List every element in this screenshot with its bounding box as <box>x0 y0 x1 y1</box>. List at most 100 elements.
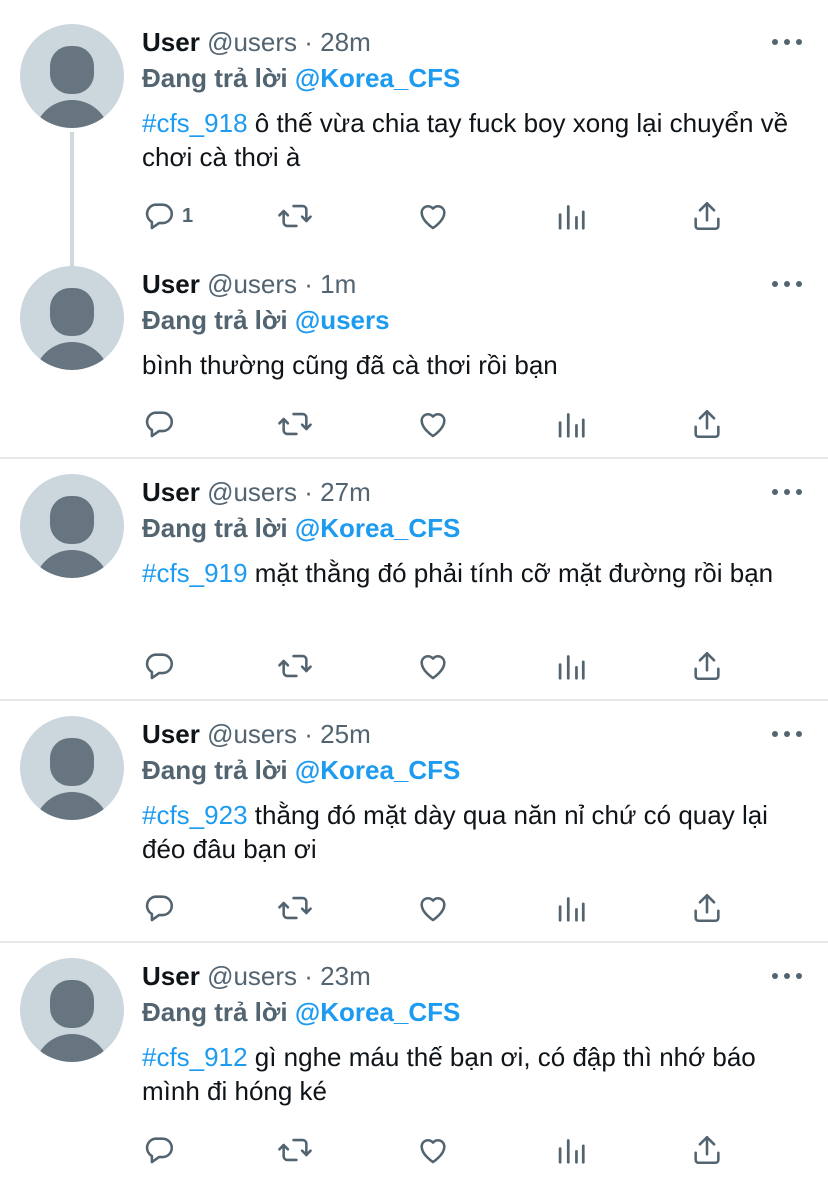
analytics-button[interactable] <box>556 646 586 686</box>
reply-icon <box>142 199 176 233</box>
default-avatar-body <box>34 1034 110 1062</box>
analytics-button[interactable] <box>556 888 586 928</box>
replying-to: Đang trả lời @Korea_CFS <box>142 512 460 544</box>
analytics-button[interactable] <box>556 1130 586 1170</box>
tweet-header: User @users · 25m <box>142 718 371 750</box>
replying-to-mention[interactable]: @Korea_CFS <box>295 63 461 93</box>
like-button[interactable] <box>416 1130 450 1170</box>
replying-to-mention[interactable]: @Korea_CFS <box>295 997 461 1027</box>
replying-to-label: Đang trả lời <box>142 997 288 1027</box>
display-name[interactable]: User <box>142 27 200 57</box>
retweet-button[interactable] <box>276 196 314 236</box>
retweet-icon <box>276 199 314 233</box>
tweet-header: User @users · 23m <box>142 960 371 992</box>
reply-thread-feed: User @users · 28m Đang trả lời @Korea_CF… <box>0 0 828 1179</box>
like-button[interactable] <box>416 888 450 928</box>
separator-dot: · <box>297 719 321 749</box>
hashtag-link[interactable]: #cfs_919 <box>142 558 248 588</box>
retweet-button[interactable] <box>276 404 314 444</box>
tweet-text: #cfs_923 thằng đó mặt dày qua năn nỉ chứ… <box>142 798 812 866</box>
reply-icon <box>142 1133 176 1167</box>
separator-dot: · <box>297 27 321 57</box>
replying-to-label: Đang trả lời <box>142 755 288 785</box>
avatar[interactable] <box>20 24 124 128</box>
retweet-button[interactable] <box>276 888 314 928</box>
timestamp[interactable]: 1m <box>320 269 356 299</box>
user-handle[interactable]: @users <box>207 269 297 299</box>
reply-button[interactable] <box>142 404 182 444</box>
hashtag-link[interactable]: #cfs_918 <box>142 108 248 138</box>
tweet-actions <box>0 646 828 686</box>
reply-count: 1 <box>182 204 194 227</box>
hashtag-link[interactable]: #cfs_912 <box>142 1042 248 1072</box>
avatar[interactable] <box>20 958 124 1062</box>
like-button[interactable] <box>416 646 450 686</box>
tweet-divider <box>0 941 828 943</box>
tweet-actions <box>0 404 828 444</box>
default-avatar-body <box>34 342 110 370</box>
more-icon[interactable] <box>772 278 802 290</box>
tweet-text: bình thường cũng đã cà thơi rồi bạn <box>142 348 812 382</box>
timestamp[interactable]: 28m <box>320 27 371 57</box>
user-handle[interactable]: @users <box>207 719 297 749</box>
more-icon[interactable] <box>772 970 802 982</box>
default-avatar-head <box>50 738 94 786</box>
replying-to-mention[interactable]: @Korea_CFS <box>295 755 461 785</box>
reply-button[interactable]: 1 <box>142 196 193 236</box>
like-button[interactable] <box>416 196 450 236</box>
separator-dot: · <box>297 269 321 299</box>
avatar[interactable] <box>20 266 124 370</box>
timestamp[interactable]: 25m <box>320 719 371 749</box>
hashtag-link[interactable]: #cfs_923 <box>142 800 248 830</box>
share-icon <box>690 891 724 925</box>
share-button[interactable] <box>690 1130 724 1170</box>
display-name[interactable]: User <box>142 961 200 991</box>
retweet-button[interactable] <box>276 1130 314 1170</box>
avatar[interactable] <box>20 474 124 578</box>
reply-icon <box>142 891 176 925</box>
analytics-icon <box>556 649 586 683</box>
analytics-icon <box>556 407 586 441</box>
display-name[interactable]: User <box>142 269 200 299</box>
tweet-body: bình thường cũng đã cà thơi rồi bạn <box>142 350 558 380</box>
more-icon[interactable] <box>772 486 802 498</box>
analytics-button[interactable] <box>556 404 586 444</box>
tweet-body: mặt thằng đó phải tính cỡ mặt đường rồi … <box>247 558 774 588</box>
user-handle[interactable]: @users <box>207 961 297 991</box>
display-name[interactable]: User <box>142 477 200 507</box>
user-handle[interactable]: @users <box>207 27 297 57</box>
default-avatar-body <box>34 100 110 128</box>
heart-icon <box>416 199 450 233</box>
tweet-text: #cfs_912 gì nghe máu thế bạn ơi, có đập … <box>142 1040 812 1108</box>
reply-button[interactable] <box>142 1130 182 1170</box>
heart-icon <box>416 407 450 441</box>
share-button[interactable] <box>690 888 724 928</box>
replying-to-mention[interactable]: @users <box>295 305 390 335</box>
share-button[interactable] <box>690 646 724 686</box>
retweet-icon <box>276 891 314 925</box>
user-handle[interactable]: @users <box>207 477 297 507</box>
more-icon[interactable] <box>772 728 802 740</box>
display-name[interactable]: User <box>142 719 200 749</box>
share-button[interactable] <box>690 404 724 444</box>
retweet-button[interactable] <box>276 646 314 686</box>
heart-icon <box>416 1133 450 1167</box>
replying-to-mention[interactable]: @Korea_CFS <box>295 513 461 543</box>
separator-dot: · <box>297 961 321 991</box>
avatar[interactable] <box>20 716 124 820</box>
reply-button[interactable] <box>142 888 182 928</box>
analytics-button[interactable] <box>556 196 586 236</box>
share-button[interactable] <box>690 196 724 236</box>
timestamp[interactable]: 27m <box>320 477 371 507</box>
default-avatar-head <box>50 288 94 336</box>
like-button[interactable] <box>416 404 450 444</box>
more-icon[interactable] <box>772 36 802 48</box>
tweet-divider <box>0 699 828 701</box>
reply-button[interactable] <box>142 646 182 686</box>
reply-icon <box>142 649 176 683</box>
timestamp[interactable]: 23m <box>320 961 371 991</box>
analytics-icon <box>556 199 586 233</box>
default-avatar-body <box>34 792 110 820</box>
share-icon <box>690 1133 724 1167</box>
analytics-icon <box>556 891 586 925</box>
